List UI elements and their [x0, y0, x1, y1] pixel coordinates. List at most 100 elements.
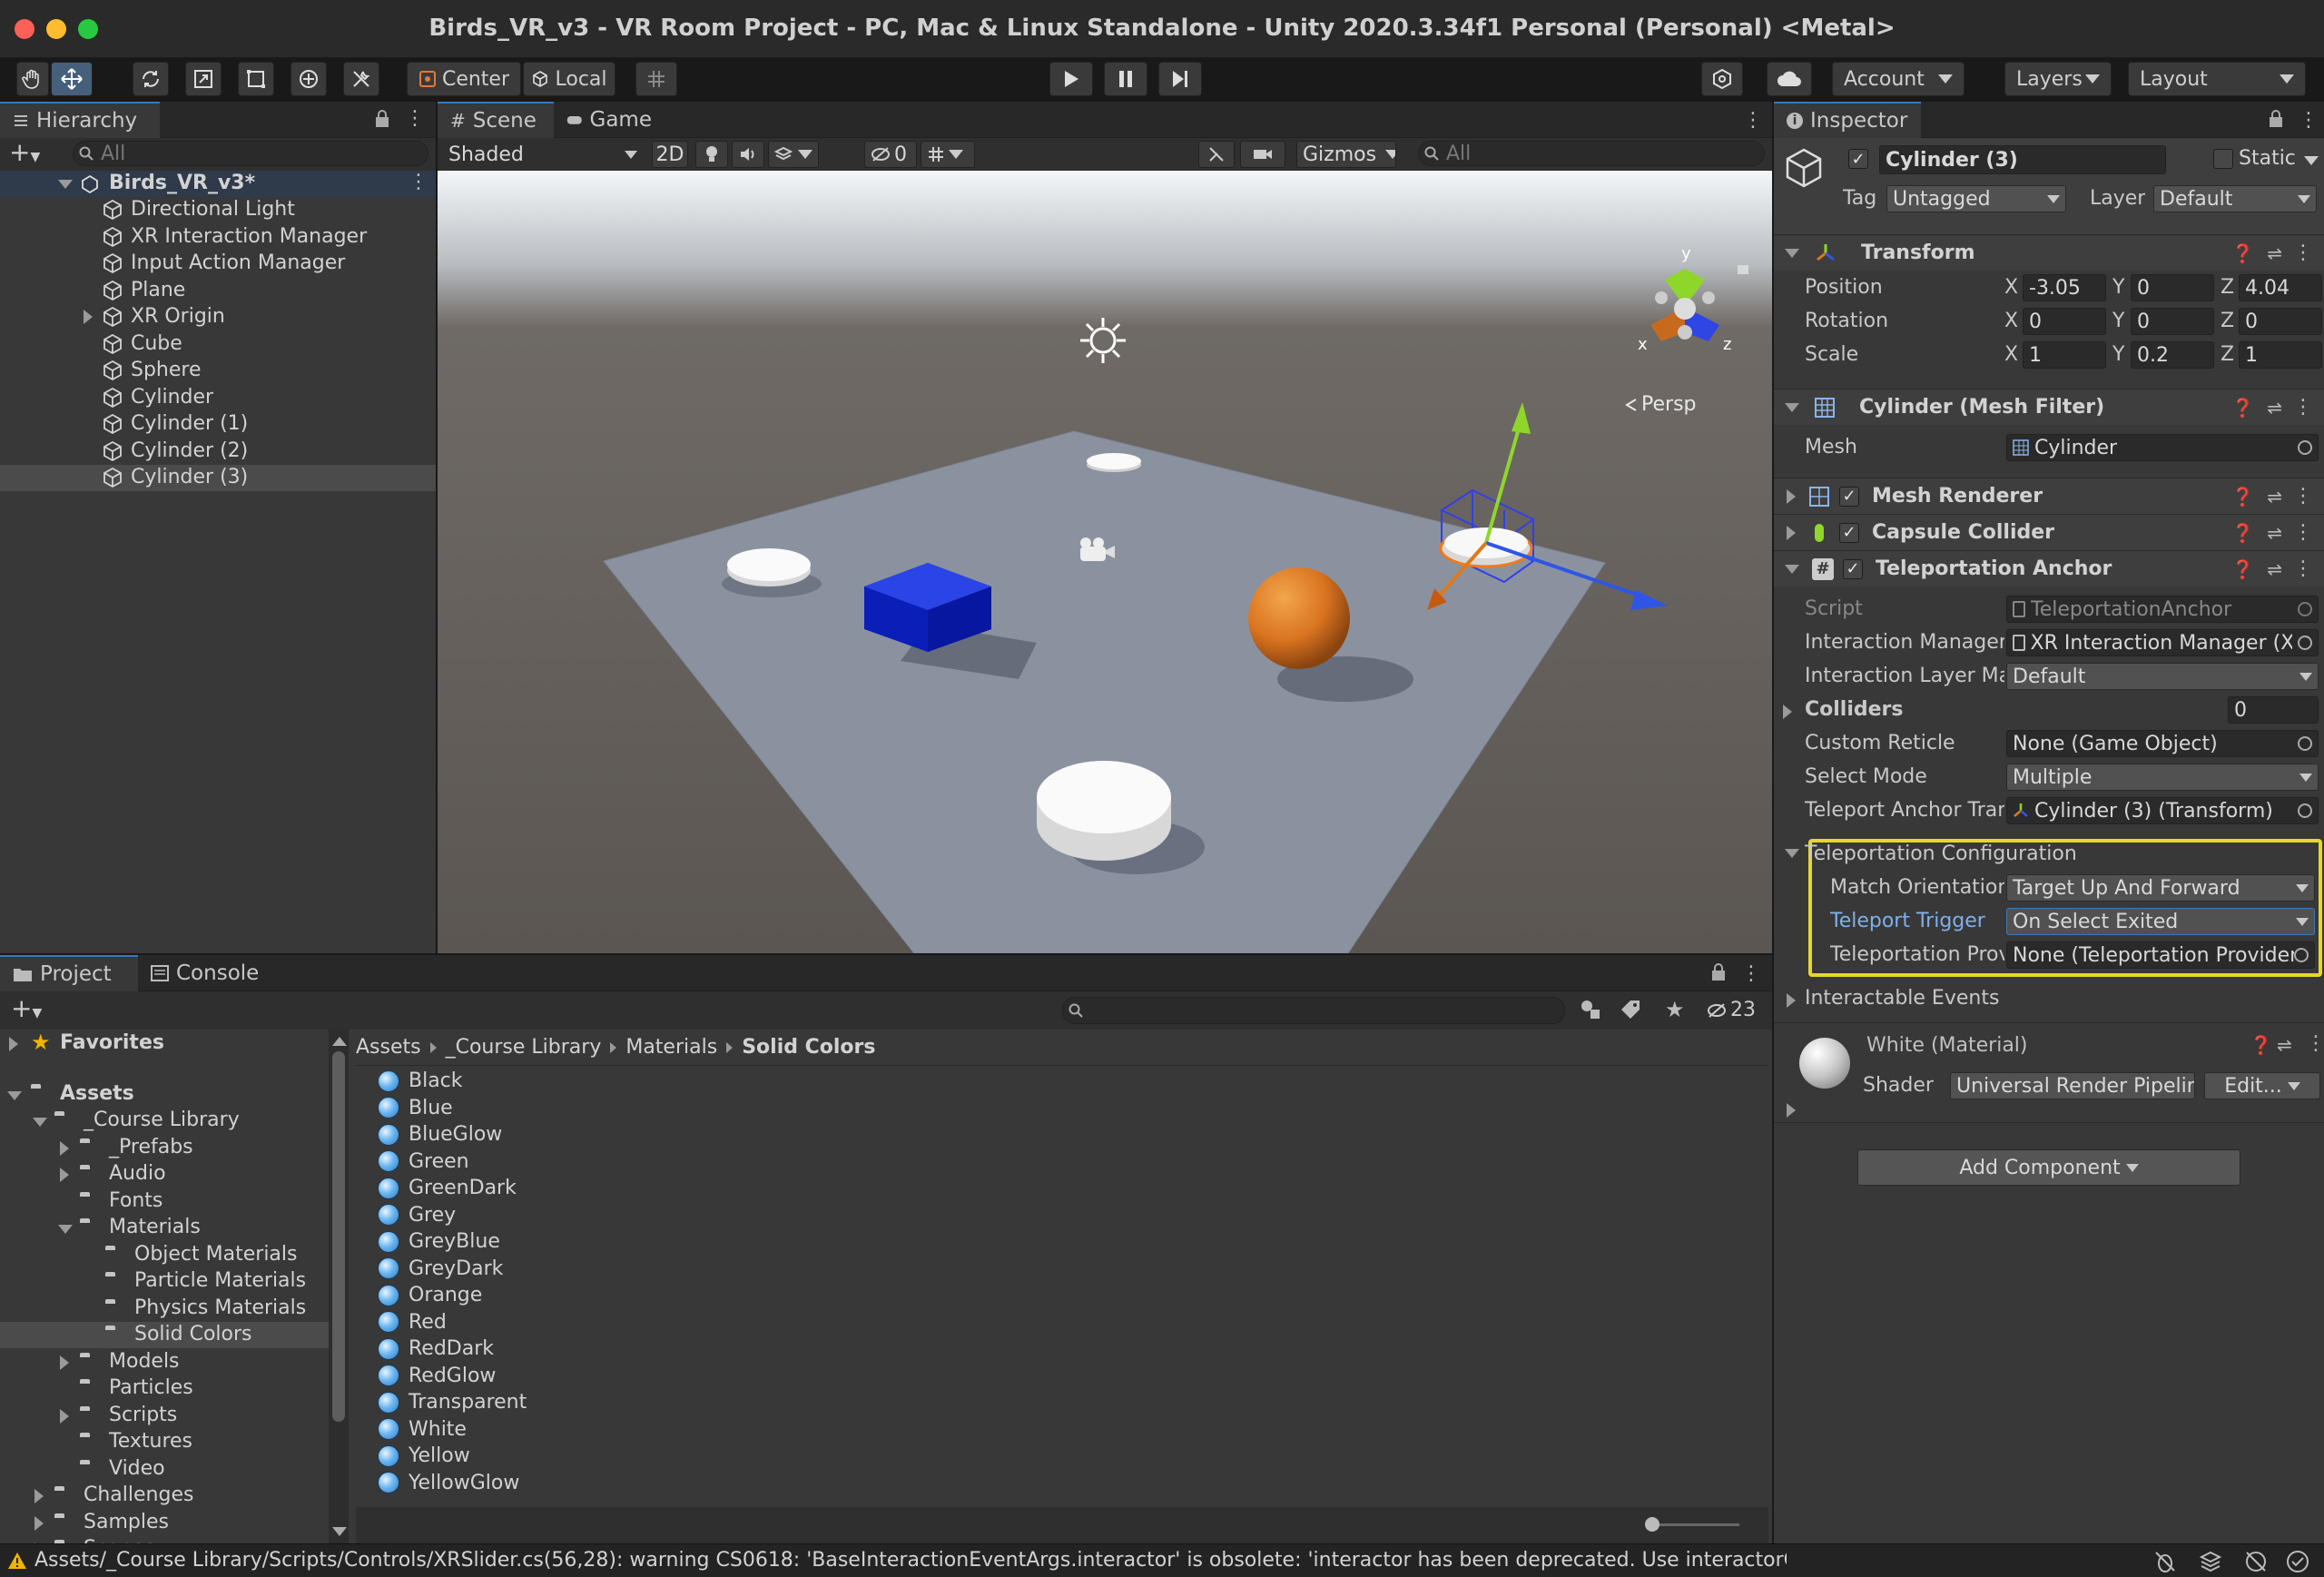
asset-file-item[interactable]: Grey: [378, 1202, 922, 1228]
transform-header[interactable]: Transform ❓ ⇌ ⋮: [1774, 234, 2324, 271]
scale-tool-button[interactable]: [185, 62, 222, 96]
folder-tree-item[interactable]: Video: [0, 1456, 329, 1483]
breadcrumb-item[interactable]: Materials: [625, 1036, 717, 1059]
breadcrumb-item[interactable]: _Course Library: [446, 1036, 602, 1059]
help-icon[interactable]: ❓: [2231, 242, 2254, 264]
bug-icon[interactable]: [2153, 1550, 2177, 1573]
object-picker-icon[interactable]: [2294, 948, 2309, 962]
hidden-objects-toggle[interactable]: 0: [864, 141, 917, 168]
shading-mode-dropdown[interactable]: Shaded: [443, 141, 643, 168]
asset-file-item[interactable]: YellowGlow: [378, 1470, 922, 1496]
filter-by-type-icon[interactable]: [1580, 999, 1601, 1020]
pivot-rotation-button[interactable]: Local: [523, 62, 615, 96]
help-icon[interactable]: ❓: [2231, 486, 2254, 508]
interaction-manager-field[interactable]: XR Interaction Manager (XF: [2006, 629, 2319, 656]
folder-tree-item[interactable]: Physics Materials: [0, 1296, 329, 1322]
folder-tree-item[interactable]: Fonts: [0, 1188, 329, 1215]
mesh-object-field[interactable]: Cylinder: [2006, 434, 2319, 461]
collab-button[interactable]: [1701, 62, 1743, 96]
create-dropdown[interactable]: +▼: [9, 140, 53, 167]
help-icon[interactable]: ❓: [2250, 1034, 2272, 1056]
teleport-anchor-enabled-checkbox[interactable]: ✓: [1843, 558, 1863, 579]
lock-icon[interactable]: [2268, 109, 2284, 129]
scene-menu-icon[interactable]: ⋮: [409, 171, 428, 193]
lock-icon[interactable]: [374, 109, 392, 129]
hierarchy-item[interactable]: Directional Light: [0, 197, 436, 223]
asset-file-item[interactable]: Orange: [378, 1282, 922, 1308]
hierarchy-item[interactable]: Input Action Manager: [0, 251, 436, 277]
folder-tree-item[interactable]: Audio: [0, 1161, 329, 1188]
step-button[interactable]: [1158, 62, 1202, 96]
presets-icon[interactable]: ⇌: [2267, 486, 2282, 508]
static-checkbox[interactable]: [2213, 149, 2233, 169]
icon-size-slider-track[interactable]: [1652, 1523, 1739, 1526]
tab-game[interactable]: Game: [554, 102, 665, 138]
asset-file-item[interactable]: Green: [378, 1148, 922, 1175]
grid-snap-button[interactable]: [635, 62, 677, 96]
folder-tree-item[interactable]: Object Materials: [0, 1242, 329, 1268]
lighting-toggle[interactable]: [695, 141, 728, 168]
hierarchy-item[interactable]: Plane: [0, 278, 436, 304]
scene-viewport[interactable]: y x z Persp: [438, 171, 1772, 953]
more-icon[interactable]: ⋮: [2306, 1032, 2324, 1055]
folder-tree-item[interactable]: Models: [0, 1349, 329, 1375]
rect-tool-button[interactable]: [238, 62, 274, 96]
mesh-renderer-header[interactable]: ✓ Mesh Renderer ❓ ⇌ ⋮: [1774, 478, 2324, 514]
collapse-arrow-icon[interactable]: [1785, 849, 1799, 858]
hierarchy-item[interactable]: Sphere: [0, 358, 436, 384]
asset-file-item[interactable]: BlueGlow: [378, 1121, 922, 1148]
transform-tool-button[interactable]: [290, 62, 327, 96]
transform-position-x-input[interactable]: -3.05: [2023, 274, 2106, 301]
object-picker-icon[interactable]: [2298, 440, 2312, 455]
audio-toggle[interactable]: [732, 141, 764, 168]
folder-tree-scrollbar[interactable]: [329, 1030, 349, 1543]
mesh-renderer-enabled-checkbox[interactable]: ✓: [1839, 486, 1859, 507]
tab-project[interactable]: Project: [0, 955, 138, 991]
asset-file-item[interactable]: Transparent: [378, 1389, 922, 1415]
asset-file-item[interactable]: Red: [378, 1309, 922, 1336]
edit-shader-button[interactable]: Edit...: [2204, 1072, 2320, 1099]
colliders-count-input[interactable]: 0: [2228, 696, 2319, 724]
custom-reticle-field[interactable]: None (Game Object): [2006, 730, 2319, 757]
more-icon[interactable]: ⋮: [1741, 962, 1761, 985]
folder-tree-item[interactable]: Particles: [0, 1375, 329, 1402]
select-mode-dropdown[interactable]: Multiple: [2006, 764, 2319, 791]
check-circle-icon[interactable]: [2286, 1550, 2309, 1573]
folder-tree-item[interactable]: Particle Materials: [0, 1268, 329, 1295]
account-dropdown[interactable]: Account: [1832, 62, 1965, 96]
asset-file-item[interactable]: GreyDark: [378, 1256, 922, 1282]
presets-icon[interactable]: ⇌: [2267, 558, 2282, 580]
camera-dropdown[interactable]: [1240, 141, 1285, 168]
hierarchy-item[interactable]: Cylinder: [0, 385, 436, 411]
tag-dropdown[interactable]: Untagged: [1886, 185, 2066, 212]
hierarchy-item[interactable]: Cylinder (1): [0, 411, 436, 438]
presets-icon[interactable]: ⇌: [2267, 397, 2282, 419]
move-tool-button[interactable]: [51, 62, 93, 96]
object-picker-icon[interactable]: [2298, 636, 2312, 650]
hierarchy-item[interactable]: Cylinder (2): [0, 439, 436, 465]
layer-dropdown[interactable]: Default: [2153, 185, 2317, 212]
asset-file-item[interactable]: RedGlow: [378, 1363, 922, 1389]
more-icon[interactable]: ⋮: [2299, 109, 2319, 132]
object-picker-icon[interactable]: [2298, 803, 2312, 818]
scene-search-input[interactable]: All: [1418, 141, 1765, 166]
capsule-collider-header[interactable]: ✓ Capsule Collider ❓ ⇌ ⋮: [1774, 514, 2324, 550]
custom-tool-button[interactable]: [343, 62, 379, 96]
tab-console[interactable]: Console: [138, 955, 272, 991]
active-checkbox[interactable]: ✓: [1848, 149, 1868, 169]
folder-tree-item[interactable]: Samples: [0, 1510, 329, 1536]
pause-button[interactable]: [1104, 62, 1147, 96]
folder-tree-item[interactable]: Textures: [0, 1429, 329, 1455]
lock-icon[interactable]: [1710, 962, 1727, 982]
object-picker-icon[interactable]: [2298, 736, 2312, 751]
grid-dropdown[interactable]: [921, 141, 975, 168]
mesh-filter-header[interactable]: Cylinder (Mesh Filter) ❓ ⇌ ⋮: [1774, 389, 2324, 425]
folder-tree-item[interactable]: Materials: [0, 1215, 329, 1241]
object-name-input[interactable]: Cylinder (3): [1879, 145, 2166, 174]
more-icon[interactable]: ⋮: [2293, 485, 2313, 508]
gizmos-dropdown[interactable]: Gizmos: [1296, 141, 1396, 168]
star-icon[interactable]: ★: [1665, 997, 1685, 1022]
tab-hierarchy[interactable]: Hierarchy: [0, 102, 160, 138]
hierarchy-item[interactable]: Cube: [0, 331, 436, 358]
transform-position-y-input[interactable]: 0: [2131, 274, 2214, 301]
